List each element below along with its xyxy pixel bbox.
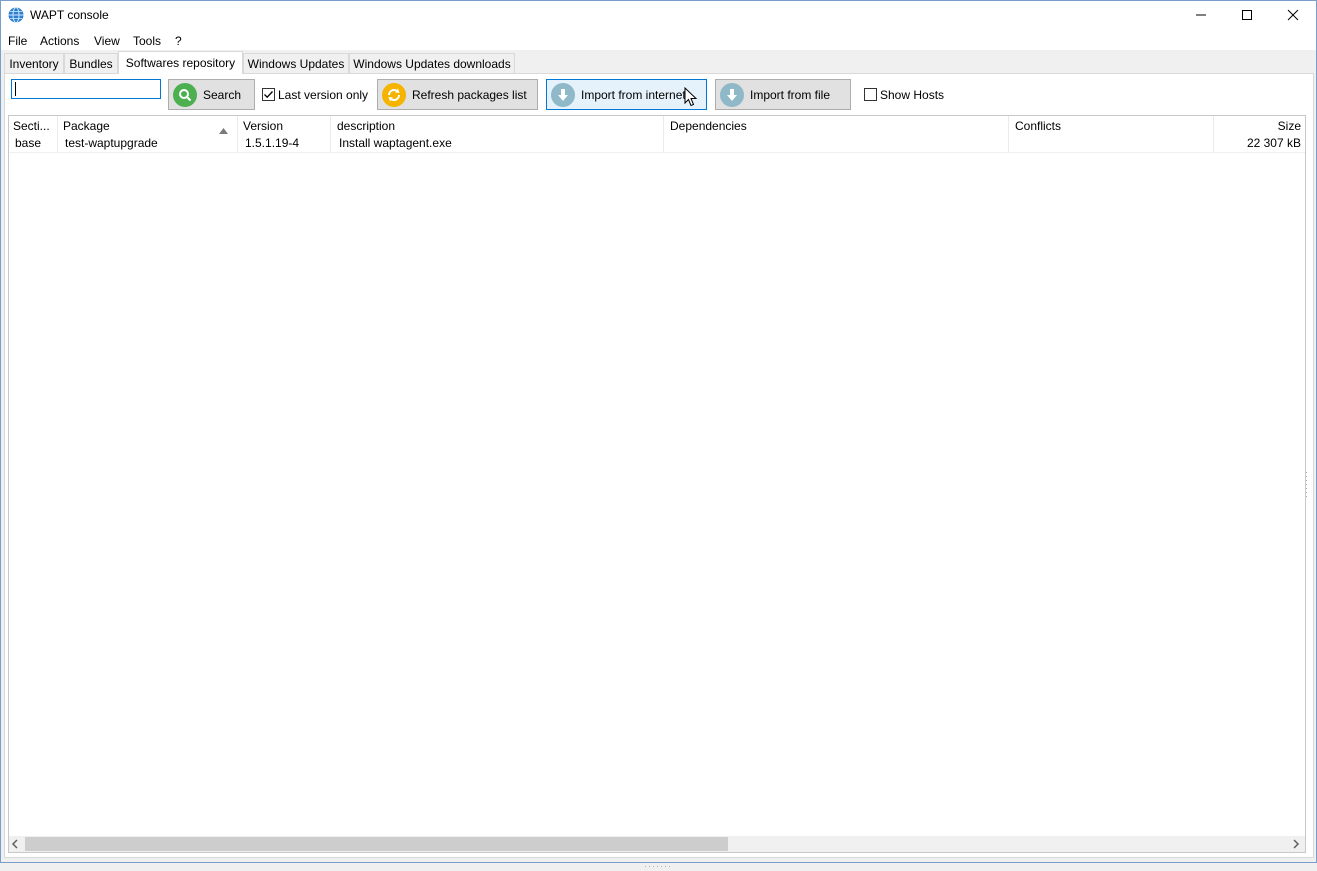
menu-help[interactable]: ?: [175, 34, 182, 48]
column-header-dependencies[interactable]: Dependencies: [665, 116, 1009, 136]
search-button-label: Search: [203, 87, 242, 102]
checkmark-icon: [264, 91, 273, 99]
minimize-button[interactable]: [1178, 0, 1224, 30]
wapt-globe-icon: [8, 7, 24, 23]
splitter-grip-bottom[interactable]: [643, 857, 673, 867]
refresh-packages-button[interactable]: Refresh packages list: [377, 79, 538, 110]
table-row[interactable]: [9, 135, 1305, 152]
window-title: WAPT console: [30, 8, 109, 22]
scroll-left-icon[interactable]: [10, 838, 20, 853]
refresh-packages-label: Refresh packages list: [412, 87, 527, 102]
menu-actions[interactable]: Actions: [40, 34, 79, 48]
last-version-checkbox[interactable]: [262, 88, 275, 101]
row-divider: [9, 152, 1305, 153]
refresh-icon: [382, 82, 406, 107]
last-version-label[interactable]: Last version only: [278, 88, 368, 102]
cell-section: base: [15, 136, 42, 150]
menu-file[interactable]: File: [8, 34, 27, 48]
search-icon: [173, 82, 197, 107]
cell-package: test-waptupgrade: [65, 136, 158, 150]
search-button[interactable]: Search: [168, 79, 255, 110]
download-icon: [720, 82, 744, 107]
packages-grid[interactable]: [8, 115, 1306, 853]
scrollbar-thumb[interactable]: [25, 837, 728, 851]
column-header-package[interactable]: Package: [58, 116, 236, 136]
column-header-size[interactable]: Size: [1215, 116, 1301, 136]
cell-version: 1.5.1.19-4: [245, 136, 300, 150]
import-from-internet-button[interactable]: Import from internet: [546, 79, 707, 110]
tab-windows-updates-downloads[interactable]: Windows Updates downloads: [349, 53, 515, 73]
scroll-right-icon[interactable]: [1291, 838, 1301, 853]
minimize-icon: [1196, 14, 1206, 16]
mouse-cursor-icon: [684, 86, 698, 110]
tab-bundles[interactable]: Bundles: [64, 53, 118, 73]
tab-softwares-repository[interactable]: Softwares repository: [118, 51, 243, 74]
download-icon: [551, 82, 575, 107]
cell-size: 22 307 kB: [1246, 136, 1301, 150]
search-input[interactable]: [11, 79, 161, 99]
title-bar[interactable]: [1, 1, 1316, 30]
column-header-conflicts[interactable]: Conflicts: [1010, 116, 1214, 136]
import-from-file-button[interactable]: Import from file: [715, 79, 851, 110]
maximize-button[interactable]: [1224, 0, 1270, 30]
menu-bar: [1, 30, 1316, 50]
cell-description: Install waptagent.exe: [339, 136, 452, 150]
close-icon: [1287, 9, 1299, 21]
splitter-grip[interactable]: [1305, 470, 1309, 500]
import-from-file-label: Import from file: [750, 87, 831, 102]
close-button[interactable]: [1270, 0, 1316, 30]
column-header-version[interactable]: Version: [238, 116, 331, 136]
tab-inventory[interactable]: Inventory: [4, 53, 64, 73]
maximize-icon: [1242, 10, 1252, 20]
menu-tools[interactable]: Tools: [133, 34, 161, 48]
menu-view[interactable]: View: [94, 34, 120, 48]
column-header-description[interactable]: description: [332, 116, 664, 136]
import-from-internet-label: Import from internet: [581, 87, 686, 102]
show-hosts-label[interactable]: Show Hosts: [880, 88, 944, 102]
show-hosts-checkbox[interactable]: [864, 88, 877, 101]
column-header-section[interactable]: Secti...: [8, 116, 58, 136]
text-caret: [15, 82, 16, 96]
tab-windows-updates[interactable]: Windows Updates: [243, 53, 349, 73]
